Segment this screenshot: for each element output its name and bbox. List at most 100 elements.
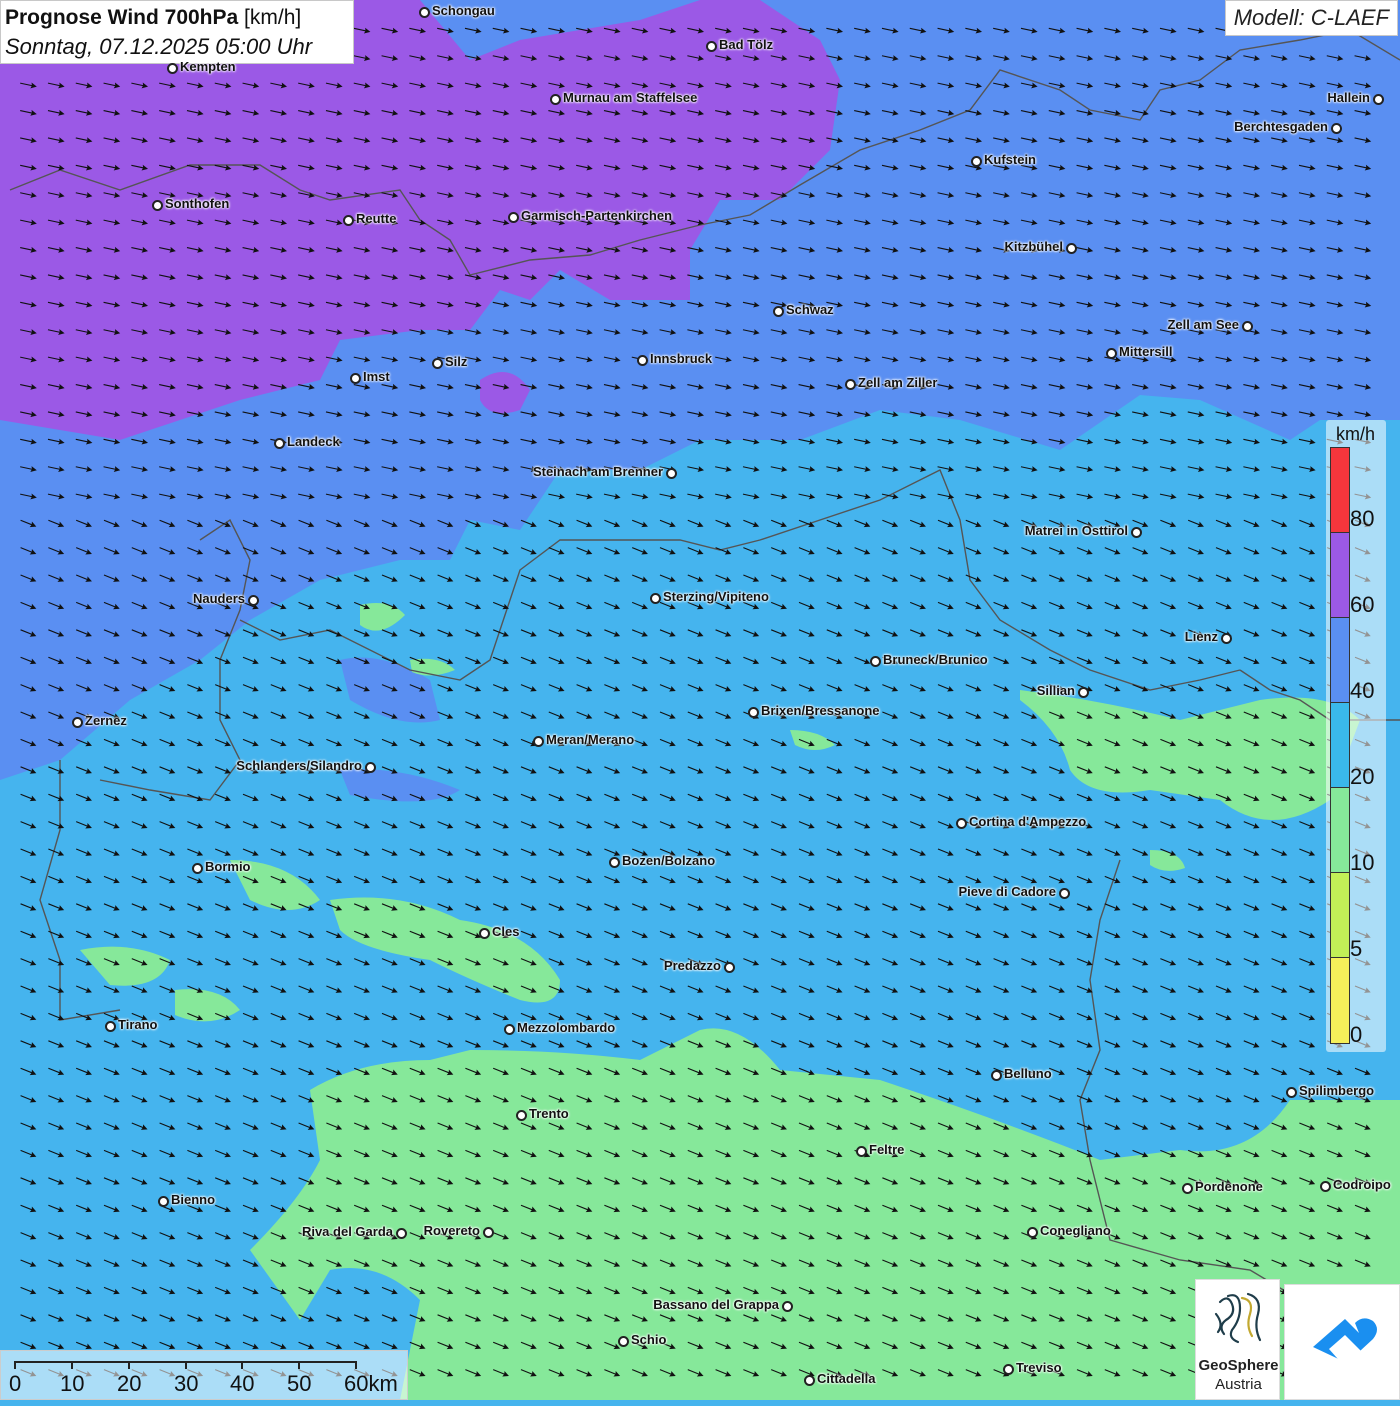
legend-color-step xyxy=(1331,618,1349,703)
app-mountain-icon xyxy=(1285,1285,1400,1401)
city-dot-icon xyxy=(1003,1364,1014,1375)
city-dot-icon xyxy=(343,215,354,226)
city-label: Murnau am Staffelsee xyxy=(563,90,697,105)
city-label: Bienno xyxy=(171,1192,215,1207)
city-label: Predazzo xyxy=(664,958,721,973)
city-dot-icon xyxy=(618,1336,629,1347)
city-label: Landeck xyxy=(287,434,340,449)
legend-tick-label: 60 xyxy=(1350,592,1374,618)
weather-map[interactable]: Prognose Wind 700hPa [km/h] Sonntag, 07.… xyxy=(0,0,1400,1400)
city-label: Zell am Ziller xyxy=(858,375,937,390)
city-label: Pieve di Cadore xyxy=(958,884,1056,899)
city-label: Schio xyxy=(631,1332,666,1347)
city-label: Berchtesgaden xyxy=(1234,119,1328,134)
city-dot-icon xyxy=(152,200,163,211)
legend-unit: km/h xyxy=(1336,424,1375,445)
city-label: Belluno xyxy=(1004,1066,1052,1081)
legend-color-bar xyxy=(1330,447,1350,1044)
city-label: Reutte xyxy=(356,211,396,226)
scale-tick xyxy=(185,1361,187,1369)
map-title-box: Prognose Wind 700hPa [km/h] Sonntag, 07.… xyxy=(0,0,354,64)
city-label: Trento xyxy=(529,1106,569,1121)
city-dot-icon xyxy=(637,355,648,366)
city-dot-icon xyxy=(533,736,544,747)
city-dot-icon xyxy=(748,707,759,718)
city-label: Sterzing/Vipiteno xyxy=(663,589,769,604)
city-label: Sonthofen xyxy=(165,196,229,211)
city-label: Bozen/Bolzano xyxy=(622,853,715,868)
legend-color-step xyxy=(1331,703,1349,788)
city-label: Matrei in Osttirol xyxy=(1025,523,1128,538)
city-dot-icon xyxy=(105,1021,116,1032)
scale-label: 50 xyxy=(287,1371,311,1397)
city-label: Zell am See xyxy=(1167,317,1239,332)
city-dot-icon xyxy=(773,306,784,317)
city-dot-icon xyxy=(72,717,83,728)
city-dot-icon xyxy=(504,1024,515,1035)
wind-speed-legend: km/h 806040201050 xyxy=(1326,420,1386,1052)
city-dot-icon xyxy=(1066,243,1077,254)
legend-tick-label: 5 xyxy=(1350,936,1362,962)
city-dot-icon xyxy=(1027,1227,1038,1238)
city-dot-icon xyxy=(479,928,490,939)
city-dot-icon xyxy=(782,1301,793,1312)
map-title: Prognose Wind 700hPa [km/h] xyxy=(5,4,349,32)
geosphere-emblem-icon xyxy=(1196,1280,1281,1360)
city-dot-icon xyxy=(432,358,443,369)
city-label: Steinach am Brenner xyxy=(533,464,663,479)
city-label: Meran/Merano xyxy=(546,732,634,747)
city-dot-icon xyxy=(956,818,967,829)
city-label: Bassano del Grappa xyxy=(653,1297,779,1312)
city-label: Lienz xyxy=(1185,629,1218,644)
geosphere-logo[interactable]: GeoSphere Austria xyxy=(1195,1279,1280,1400)
city-label: Hallein xyxy=(1327,90,1370,105)
scale-tick xyxy=(71,1361,73,1369)
legend-color-step xyxy=(1331,448,1349,533)
city-label: Spilimbergo xyxy=(1299,1083,1374,1098)
city-label: Nauders xyxy=(193,591,245,606)
city-label: Codroipo xyxy=(1333,1177,1391,1192)
scale-label: 30 xyxy=(174,1371,198,1397)
city-dot-icon xyxy=(192,863,203,874)
legend-tick-label: 0 xyxy=(1350,1022,1362,1048)
app-logo[interactable] xyxy=(1284,1284,1400,1400)
scale-label: 0 xyxy=(9,1371,21,1397)
scale-label: 60km xyxy=(344,1371,398,1397)
city-label: Schlanders/Silandro xyxy=(236,758,362,773)
city-dot-icon xyxy=(991,1070,1002,1081)
city-label: Bormio xyxy=(205,859,251,874)
geosphere-sub: Austria xyxy=(1196,1376,1281,1393)
city-label: Conegliano xyxy=(1040,1223,1111,1238)
city-dot-icon xyxy=(1221,633,1232,644)
city-label: Silz xyxy=(445,354,467,369)
city-dot-icon xyxy=(845,379,856,390)
city-dot-icon xyxy=(1320,1181,1331,1192)
city-dot-icon xyxy=(1131,527,1142,538)
city-dot-icon xyxy=(1242,321,1253,332)
legend-color-step xyxy=(1331,533,1349,618)
city-dot-icon xyxy=(1373,94,1384,105)
scale-tick xyxy=(355,1361,357,1369)
scale-tick xyxy=(298,1361,300,1369)
city-label: Cittadella xyxy=(817,1371,876,1386)
scale-label: 40 xyxy=(230,1371,254,1397)
city-label: Bad Tölz xyxy=(719,37,773,52)
city-dot-icon xyxy=(870,656,881,667)
city-dot-icon xyxy=(419,7,430,18)
city-dot-icon xyxy=(706,41,717,52)
city-dot-icon xyxy=(804,1375,815,1386)
geosphere-name: GeoSphere xyxy=(1196,1357,1281,1374)
city-dot-icon xyxy=(158,1196,169,1207)
city-label: Treviso xyxy=(1016,1360,1062,1375)
city-dot-icon xyxy=(1106,348,1117,359)
city-dot-icon xyxy=(1331,123,1342,134)
scale-tick xyxy=(128,1361,130,1369)
city-dot-icon xyxy=(508,212,519,223)
city-dot-icon xyxy=(483,1227,494,1238)
legend-color-step xyxy=(1331,958,1349,1043)
legend-color-step xyxy=(1331,873,1349,958)
city-label: Innsbruck xyxy=(650,351,712,366)
scale-tick xyxy=(241,1361,243,1369)
scale-bar: 0102030405060km xyxy=(0,1350,408,1400)
forecast-time: Sonntag, 07.12.2025 05:00 Uhr xyxy=(5,32,349,62)
